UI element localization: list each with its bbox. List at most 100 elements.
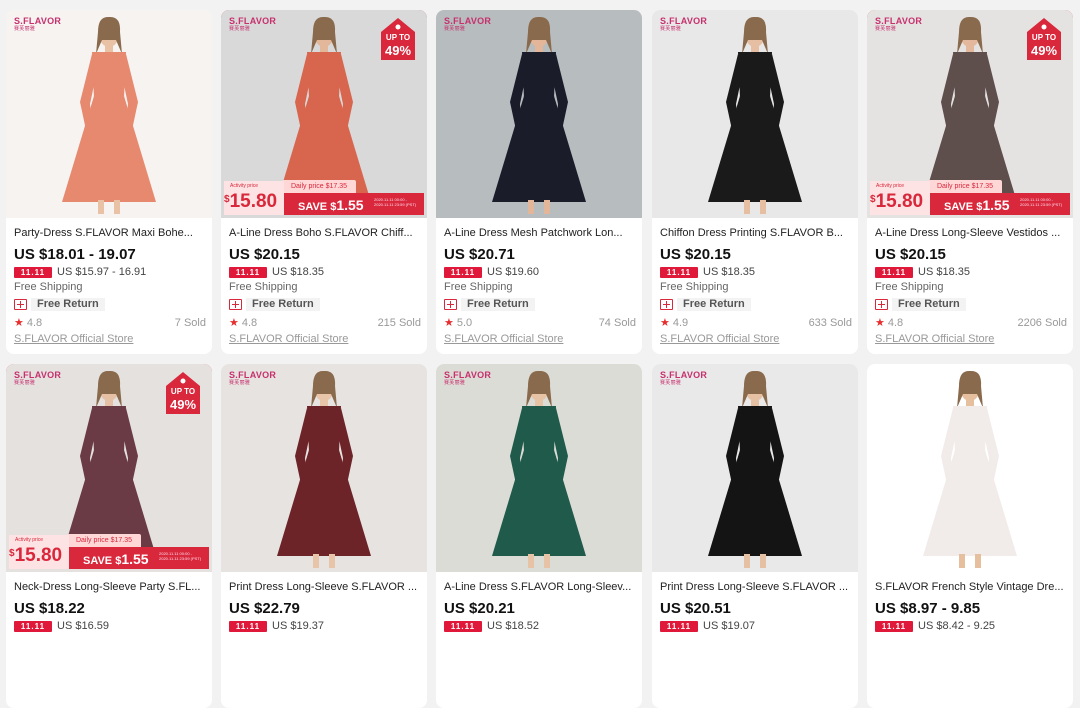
product-title[interactable]: Chiffon Dress Printing S.FLAVOR B... [660,226,852,240]
1111-sale-tag: 11.11 [444,620,482,632]
sold-count: 74 Sold [598,317,636,329]
product-image[interactable]: S.FLAVOR 赛芙丽雅 [221,364,427,572]
star-icon: ★ [229,317,239,329]
1111-sale-tag: 11.11 [875,266,913,278]
free-return-row: Free Return [14,297,206,311]
brand-logo: S.FLAVOR 赛芙丽雅 [875,16,923,32]
sold-count: 7 Sold [174,317,206,329]
activity-price-box: Activity price $15.80 [870,181,930,215]
free-return-row: Free Return [875,297,1067,311]
product-info: Neck-Dress Long-Sleeve Party S.FL... US $… [14,580,206,633]
activity-price-label: Activity price [876,183,905,189]
upto-label: UP TO [170,387,196,396]
brand-logo: S.FLAVOR 赛芙丽雅 [660,16,708,32]
product-price: US $20.51 [660,600,731,617]
product-title[interactable]: A-Line Dress S.FLAVOR Long-Sleev... [444,580,636,594]
product-card[interactable]: S.FLAVOR 赛芙丽雅 Print Dress Long-Sleeve S.FL… [221,364,427,708]
free-return-row: Free Return [660,297,852,311]
promo-banner: Daily price $17.35 Activity price $15.80 SA… [9,531,209,569]
product-image[interactable]: S.FLAVOR 赛芙丽雅 [436,364,642,572]
product-photo [652,10,858,218]
sale-price-row: 11.11 US $19.07 [660,619,852,633]
product-card[interactable]: S.FLAVOR 赛芙丽雅 Chiffon Dress Printing S.FLA… [652,10,858,354]
star-icon: ★ [14,317,24,329]
product-title[interactable]: A-Line Dress Long-Sleeve Vestidos ... [875,226,1067,240]
product-info: A-Line Dress Boho S.FLAVOR Chiff... US $2… [229,226,421,346]
sale-price: US $16.59 [57,620,109,632]
upto-percent: 49% [384,43,412,58]
promo-banner: Daily price $17.35 Activity price $15.80 SA… [224,177,424,215]
sale-price: US $19.07 [703,620,755,632]
product-info: A-Line Dress Long-Sleeve Vestidos ... US … [875,226,1067,346]
product-card[interactable]: S.FLAVOR 赛芙丽雅 Party-Dress S.FLAVOR Maxi Bo… [6,10,212,354]
product-price: US $22.79 [229,600,300,617]
product-title[interactable]: Print Dress Long-Sleeve S.FLAVOR ... [660,580,852,594]
sale-price: US $19.60 [487,266,539,278]
discount-tag-badge: UP TO 49% [1025,16,1063,62]
product-image[interactable]: S.FLAVOR 赛芙丽雅 [436,10,642,218]
product-title[interactable]: Party-Dress S.FLAVOR Maxi Bohe... [14,226,206,240]
product-image[interactable]: S.FLAVOR 赛芙丽雅 [6,10,212,218]
activity-price: $15.80 [870,191,924,212]
product-title[interactable]: Print Dress Long-Sleeve S.FLAVOR ... [229,580,421,594]
product-price: US $18.22 [14,600,85,617]
product-image[interactable]: S.FLAVOR 赛芙丽雅 UP TO 49% Daily price $17.35 Ac… [221,10,427,218]
star-icon: ★ [660,317,670,329]
free-return-label: Free Return [892,297,966,311]
rating: ★ 4.8 [229,317,258,329]
product-card[interactable]: S.FLAVOR 赛芙丽雅 A-Line Dress S.FLAVOR Long-S… [436,364,642,708]
free-shipping: Free Shipping [229,281,298,293]
product-image[interactable]: S.FLAVOR 赛芙丽雅 [652,10,858,218]
product-card[interactable]: S.FLAVOR 赛芙丽雅 UP TO 49% Daily price $17.35 Ac… [867,10,1073,354]
sale-price-row: 11.11 US $16.59 [14,619,206,633]
brand-logo: S.FLAVOR 赛芙丽雅 [444,370,492,386]
sale-price-row: 11.11 US $18.35 [875,265,1067,279]
activity-price: $15.80 [224,191,278,212]
product-title[interactable]: S.FLAVOR French Style Vintage Dre... [875,580,1067,594]
product-card[interactable]: S.FLAVOR French Style Vintage Dre... US $… [867,364,1073,708]
product-info: S.FLAVOR French Style Vintage Dre... US $… [875,580,1067,633]
discount-tag-badge: UP TO 49% [164,370,202,416]
upto-label: UP TO [1031,33,1057,42]
product-title[interactable]: A-Line Dress Mesh Patchwork Lon... [444,226,636,240]
sale-price: US $18.35 [703,266,755,278]
product-title[interactable]: Neck-Dress Long-Sleeve Party S.FL... [14,580,206,594]
product-price: US $8.97 - 9.85 [875,600,981,617]
store-link[interactable]: S.FLAVOR Official Store [660,332,852,346]
upto-label: UP TO [385,33,411,42]
promo-period: 2020.11.11 00:00 - 2020.11.11 23:59 (PST… [1020,197,1063,207]
daily-price: Daily price $17.35 [67,534,141,547]
product-info: Chiffon Dress Printing S.FLAVOR B... US $… [660,226,852,346]
store-link[interactable]: S.FLAVOR Official Store [229,332,421,346]
free-shipping: Free Shipping [14,281,83,293]
product-info: Party-Dress S.FLAVOR Maxi Bohe... US $18.… [14,226,206,346]
product-image[interactable]: S.FLAVOR 赛芙丽雅 UP TO 49% Daily price $17.35 Ac… [867,10,1073,218]
brand-logo: S.FLAVOR 赛芙丽雅 [229,370,277,386]
free-return-label: Free Return [461,297,535,311]
product-image[interactable] [867,364,1073,572]
store-link[interactable]: S.FLAVOR Official Store [444,332,636,346]
rating: ★ 5.0 [444,317,473,329]
product-info: Print Dress Long-Sleeve S.FLAVOR ... US $… [660,580,852,633]
product-image[interactable]: S.FLAVOR 赛芙丽雅 [652,364,858,572]
star-icon: ★ [444,317,454,329]
product-price: US $20.15 [875,246,946,263]
product-card[interactable]: S.FLAVOR 赛芙丽雅 Print Dress Long-Sleeve S.FL… [652,364,858,708]
product-card[interactable]: S.FLAVOR 赛芙丽雅 A-Line Dress Mesh Patchwork … [436,10,642,354]
product-card[interactable]: S.FLAVOR 赛芙丽雅 UP TO 49% Daily price $17.35 Ac… [221,10,427,354]
store-link[interactable]: S.FLAVOR Official Store [14,332,206,346]
rating: ★ 4.9 [660,317,689,329]
return-icon [875,298,888,310]
product-card[interactable]: S.FLAVOR 赛芙丽雅 UP TO 49% Daily price $17.35 Ac… [6,364,212,708]
brand-logo: S.FLAVOR 赛芙丽雅 [229,16,277,32]
product-price: US $20.21 [444,600,515,617]
product-photo [867,364,1073,572]
1111-sale-tag: 11.11 [660,620,698,632]
daily-price: Daily price $17.35 [928,180,1002,193]
save-box: SAVE $1.55 2020.11.11 00:00 - 2020.11.11 … [284,193,424,215]
store-link[interactable]: S.FLAVOR Official Store [875,332,1067,346]
sale-price-row: 11.11 US $18.35 [660,265,852,279]
product-title[interactable]: A-Line Dress Boho S.FLAVOR Chiff... [229,226,421,240]
product-image[interactable]: S.FLAVOR 赛芙丽雅 UP TO 49% Daily price $17.35 Ac… [6,364,212,572]
discount-tag-badge: UP TO 49% [379,16,417,62]
